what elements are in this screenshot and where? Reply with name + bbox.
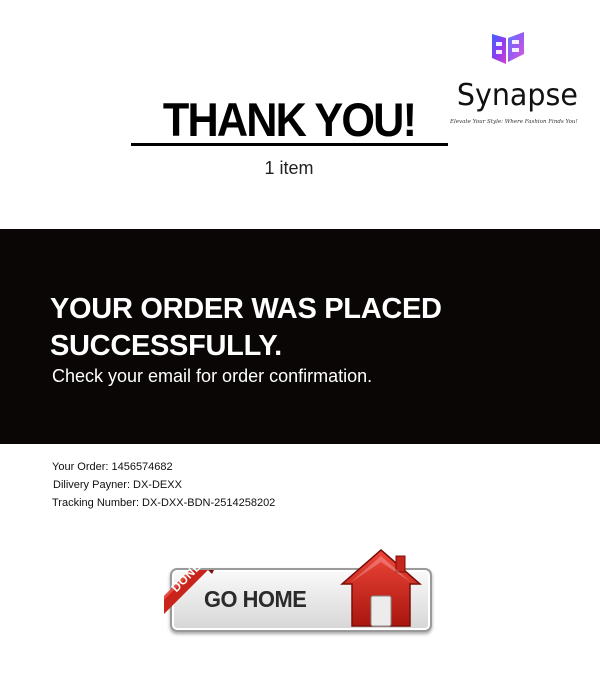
- order-details: Your Order: 1456574682 Dilivery Payner: DX…: [52, 458, 275, 512]
- tracking-number-value: DX-DXX-BDN-2514258202: [142, 497, 276, 509]
- item-count: 1 item: [264, 158, 314, 178]
- order-number-label: Your Order:: [52, 461, 109, 473]
- tracking-number-label: Tracking Number:: [52, 497, 140, 509]
- delivery-payner-row: Dilivery Payner: DX-DEXX: [52, 476, 275, 494]
- page-title: THANK YOU!: [162, 93, 417, 146]
- tracking-number-row: Tracking Number: DX-DXX-BDN-2514258202: [52, 494, 275, 512]
- order-number-value: 1456574682: [111, 461, 173, 473]
- brand-logo: Synapse Elevate Your Style: Where Fashio…: [450, 28, 578, 138]
- confirmation-banner: YOUR ORDER WAS PLACED SUCCESSFULLY. Chec…: [0, 229, 600, 444]
- confirmation-heading-line1: YOUR ORDER WAS PLACED: [50, 293, 442, 325]
- brand-name: Synapse: [456, 78, 578, 113]
- house-icon[interactable]: [340, 548, 422, 628]
- confirmation-heading: YOUR ORDER WAS PLACED SUCCESSFULLY.: [50, 291, 470, 365]
- synapse-logo-mark-icon: [492, 32, 524, 64]
- delivery-payner-value: DX-DEXX: [133, 479, 182, 491]
- confirmation-heading-line2: SUCCESSFULLY.: [50, 330, 282, 362]
- go-home-button[interactable]: GO HOME DONE: [160, 548, 432, 634]
- order-confirmation-page: THANK YOU! 1 item Synapse Elevate Your S…: [0, 0, 600, 700]
- confirmation-subtext: Check your email for order confirmation.: [52, 366, 373, 386]
- title-underline: [131, 143, 448, 146]
- delivery-payner-label: Dilivery Payner:: [53, 479, 131, 491]
- brand-tagline: Elevate Your Style: Where Fashion Finds …: [450, 119, 578, 125]
- order-number-row: Your Order: 1456574682: [52, 458, 275, 476]
